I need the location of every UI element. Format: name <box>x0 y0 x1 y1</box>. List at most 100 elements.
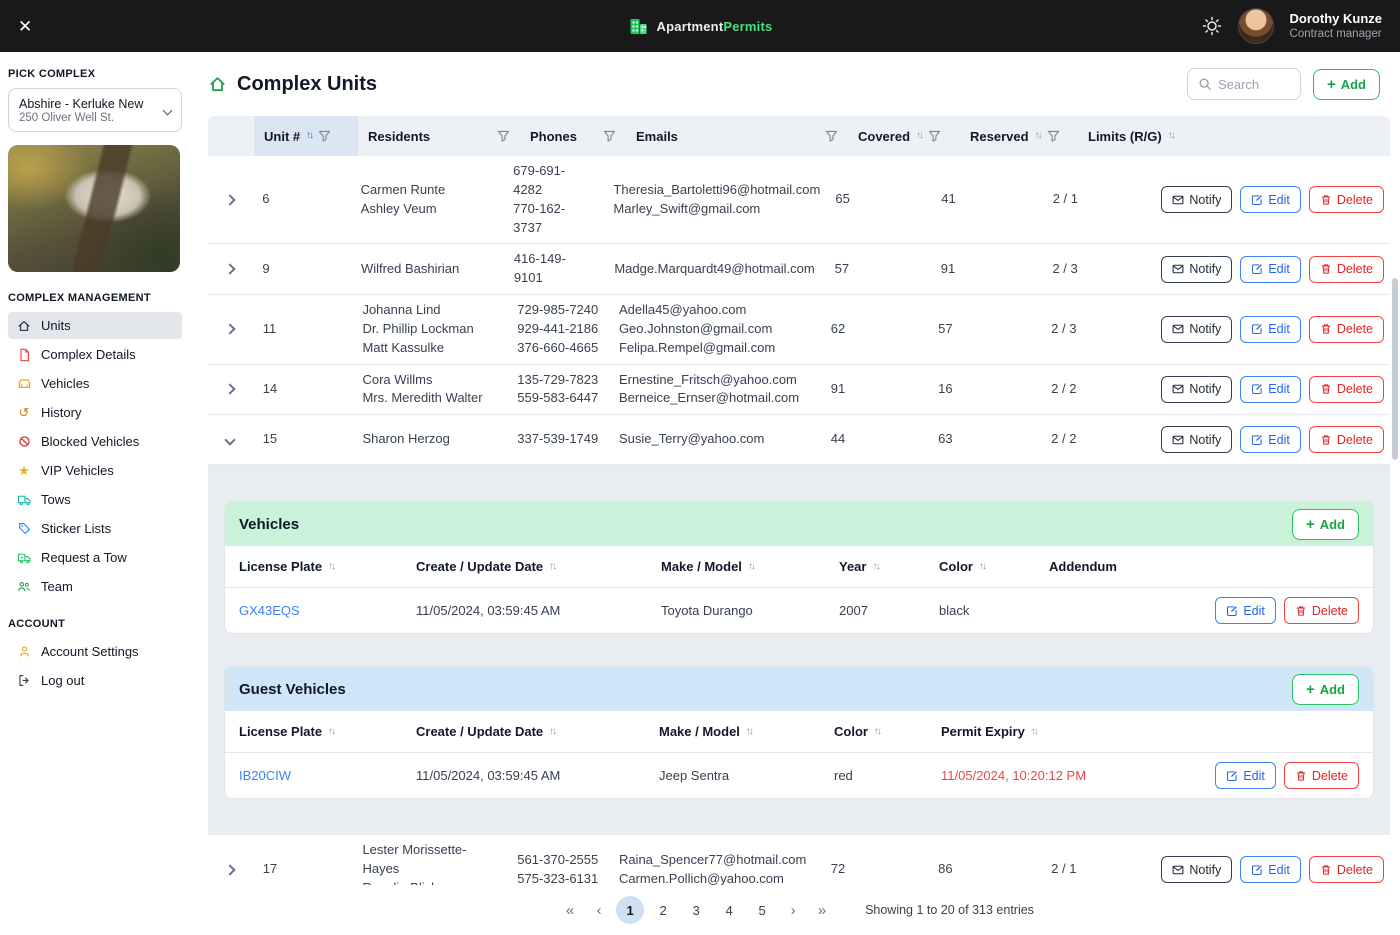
delete-vehicle-button[interactable]: Delete <box>1283 597 1359 625</box>
search-input[interactable] <box>1217 76 1288 92</box>
page-button-2[interactable]: 2 <box>649 896 677 924</box>
notify-button[interactable]: Notify <box>1161 375 1233 403</box>
filter-icon[interactable] <box>928 130 941 142</box>
sidebar-item-team[interactable]: Team <box>8 573 182 600</box>
delete-button[interactable]: Delete <box>1308 186 1385 214</box>
complex-select-dropdown[interactable]: Abshire - Kerluke New 250 Oliver Well St… <box>8 88 182 133</box>
expand-row-button[interactable] <box>224 434 237 446</box>
notify-button[interactable]: Notify <box>1161 856 1233 884</box>
page-button-3[interactable]: 3 <box>682 896 710 924</box>
close-icon[interactable]: ✕ <box>18 18 32 35</box>
column-header-limits[interactable]: Limits (R/G) ↑↓ <box>1078 116 1193 156</box>
sort-icon[interactable]: ↑↓ <box>916 131 924 141</box>
edit-button[interactable]: Edit <box>1240 186 1301 214</box>
sidebar-item-tows[interactable]: Tows <box>8 486 182 513</box>
sidebar-item-sticker-lists[interactable]: Sticker Lists <box>8 515 182 542</box>
sort-icon[interactable]: ↑↓ <box>746 726 754 737</box>
delete-button[interactable]: Delete <box>1308 315 1384 343</box>
sidebar-item-units[interactable]: Units <box>8 312 182 340</box>
edit-button[interactable]: Edit <box>1240 426 1301 454</box>
prev-page-button[interactable]: ‹ <box>587 897 611 923</box>
sidebar-item-account-settings[interactable]: Account Settings <box>8 638 182 665</box>
notify-button[interactable]: Notify <box>1161 426 1233 454</box>
expand-row-button[interactable] <box>224 194 236 206</box>
page-button-4[interactable]: 4 <box>715 896 743 924</box>
column-header-emails[interactable]: Emails <box>626 116 848 156</box>
limits-cell: 2 / 1 <box>1051 861 1077 877</box>
edit-vehicle-button[interactable]: Edit <box>1215 597 1276 625</box>
filter-icon[interactable] <box>603 130 616 142</box>
column-header-phones[interactable]: Phones <box>520 116 626 156</box>
sort-icon[interactable]: ↑↓ <box>1031 726 1039 737</box>
filter-icon[interactable] <box>1047 130 1060 142</box>
sidebar-item-complex-details[interactable]: Complex Details <box>8 341 182 368</box>
page-button-5[interactable]: 5 <box>748 896 776 924</box>
expand-row-button[interactable] <box>224 263 236 275</box>
sort-icon[interactable]: ↑↓ <box>306 131 314 141</box>
next-page-button[interactable]: › <box>781 897 805 923</box>
column-header-license-plate[interactable]: License Plate ↑↓ <box>239 559 416 574</box>
column-header-create-update-date[interactable]: Create / Update Date ↑↓ <box>416 724 659 739</box>
add-vehicle-button[interactable]: + Add <box>1291 508 1359 540</box>
edit-button[interactable]: Edit <box>1240 856 1301 884</box>
unit-row: 15 Sharon Herzog 337-539-1749 Susie_Terr… <box>208 415 1390 466</box>
sidebar-item-log-out[interactable]: Log out <box>8 667 182 694</box>
sort-icon[interactable]: ↑↓ <box>549 726 557 737</box>
delete-button[interactable]: Delete <box>1308 375 1384 403</box>
column-header-covered[interactable]: Covered ↑↓ <box>848 116 960 156</box>
last-page-button[interactable]: » <box>810 897 834 923</box>
column-header-make-model[interactable]: Make / Model ↑↓ <box>661 559 839 574</box>
theme-toggle-sun-icon[interactable] <box>1202 16 1222 36</box>
sidebar-item-request-a-tow[interactable]: Request a Tow <box>8 544 182 571</box>
expand-row-button[interactable] <box>224 383 237 396</box>
edit-button[interactable]: Edit <box>1240 255 1301 283</box>
first-page-button[interactable]: « <box>558 897 582 923</box>
delete-button[interactable]: Delete <box>1308 426 1384 454</box>
edit-button[interactable]: Edit <box>1240 375 1301 403</box>
page-button-1[interactable]: 1 <box>616 896 645 924</box>
sidebar-item-vip-vehicles[interactable]: ★ VIP Vehicles <box>8 457 182 484</box>
column-header-create-update-date[interactable]: Create / Update Date ↑↓ <box>416 559 661 574</box>
guest-vehicle-plate-link[interactable]: IB20CIW <box>239 768 291 783</box>
filter-icon[interactable] <box>497 130 510 142</box>
column-header-make-model[interactable]: Make / Model ↑↓ <box>659 724 834 739</box>
edit-button[interactable]: Edit <box>1240 315 1301 343</box>
notify-button[interactable]: Notify <box>1161 255 1233 283</box>
vehicle-plate-link[interactable]: GX43EQS <box>239 603 300 618</box>
delete-button[interactable]: Delete <box>1308 255 1385 283</box>
vertical-scrollbar[interactable] <box>1392 278 1398 460</box>
notify-button[interactable]: Notify <box>1161 186 1233 214</box>
sort-icon[interactable]: ↑↓ <box>872 561 880 572</box>
expand-row-button[interactable] <box>224 863 237 876</box>
sort-icon[interactable]: ↑↓ <box>1168 131 1176 141</box>
column-header-reserved[interactable]: Reserved ↑↓ <box>960 116 1078 156</box>
column-header-year[interactable]: Year ↑↓ <box>839 559 939 574</box>
notify-button[interactable]: Notify <box>1161 315 1233 343</box>
column-header-color[interactable]: Color ↑↓ <box>939 559 1049 574</box>
column-header-license-plate[interactable]: License Plate ↑↓ <box>239 724 416 739</box>
expand-row-button[interactable] <box>224 323 237 335</box>
sort-icon[interactable]: ↑↓ <box>748 561 756 572</box>
sort-icon[interactable]: ↑↓ <box>979 561 987 572</box>
column-header-residents[interactable]: Residents <box>358 116 520 156</box>
user-avatar[interactable] <box>1237 8 1274 44</box>
sort-icon[interactable]: ↑↓ <box>328 726 336 737</box>
sort-icon[interactable]: ↑↓ <box>549 561 557 572</box>
sidebar-item-history[interactable]: ↺ History <box>8 399 182 426</box>
filter-icon[interactable] <box>825 130 838 142</box>
sidebar-item-vehicles[interactable]: Vehicles <box>8 370 182 397</box>
sort-icon[interactable]: ↑↓ <box>874 726 882 737</box>
column-header-color[interactable]: Color ↑↓ <box>834 724 941 739</box>
add-unit-button[interactable]: + Add <box>1312 68 1380 100</box>
sort-icon[interactable]: ↑↓ <box>1035 131 1043 141</box>
search-icon <box>1199 78 1211 90</box>
delete-guest-vehicle-button[interactable]: Delete <box>1283 762 1359 790</box>
add-guest-vehicle-button[interactable]: + Add <box>1291 673 1359 705</box>
column-header-permit-expiry[interactable]: Permit Expiry ↑↓ <box>941 724 1166 739</box>
sidebar-item-blocked-vehicles[interactable]: Blocked Vehicles <box>8 428 182 455</box>
column-header-unit[interactable]: Unit # ↑↓ <box>254 116 358 156</box>
sort-icon[interactable]: ↑↓ <box>328 561 336 572</box>
edit-guest-vehicle-button[interactable]: Edit <box>1215 762 1276 790</box>
filter-icon[interactable] <box>318 130 331 142</box>
delete-button[interactable]: Delete <box>1308 856 1384 884</box>
